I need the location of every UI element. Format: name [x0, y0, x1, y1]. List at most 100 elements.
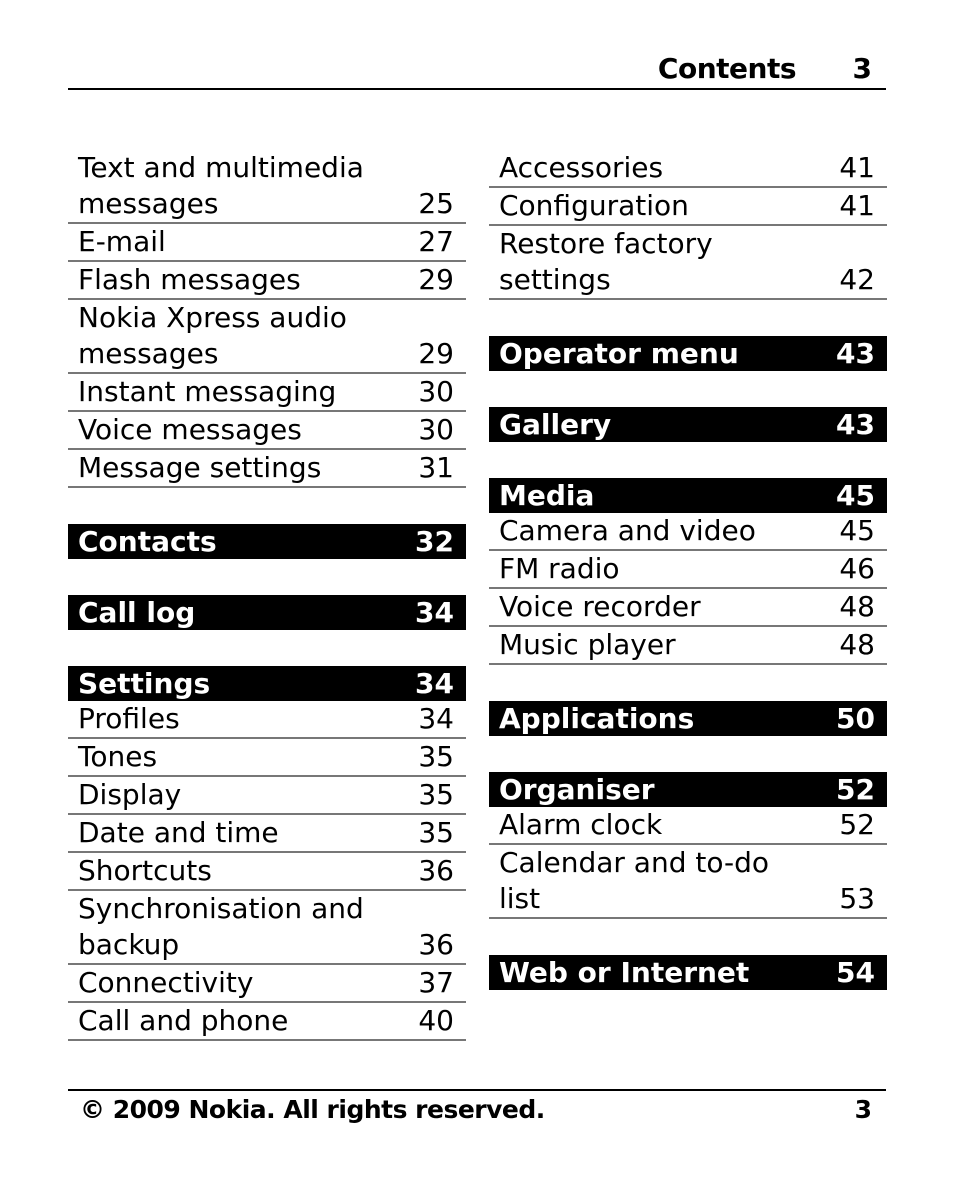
- toc-entry[interactable]: Synchronisation and backup 36: [68, 891, 466, 965]
- toc-label: Flash messages: [78, 263, 301, 296]
- toc-entry[interactable]: Music player 48: [489, 627, 887, 665]
- toc-label: Alarm clock: [499, 808, 663, 841]
- toc-section-heading[interactable]: Settings 34: [68, 666, 466, 701]
- toc-label: Call log: [78, 596, 196, 629]
- toc-section-heading[interactable]: Contacts 32: [68, 524, 466, 559]
- toc-page-number: 52: [836, 773, 875, 806]
- toc-page-number: 29: [418, 337, 454, 370]
- footer-page-number: 3: [854, 1095, 872, 1124]
- page-title: Contents: [657, 52, 797, 85]
- toc-entry[interactable]: Voice messages 30: [68, 412, 466, 450]
- toc-label: Configuration: [499, 189, 689, 222]
- toc-left-column: Text and multimedia messages 25 E-mail 27 Fl…: [68, 150, 466, 1041]
- toc-entry[interactable]: FM radio 46: [489, 551, 887, 589]
- toc-page-number: 36: [418, 854, 454, 887]
- copyright-notice: © 2009 Nokia. All rights reserved.: [80, 1095, 545, 1124]
- toc-section-heading[interactable]: Media 45: [489, 478, 887, 513]
- toc-entry[interactable]: Display 35: [68, 777, 466, 815]
- toc-label: Voice messages: [78, 413, 302, 446]
- toc-entry[interactable]: Alarm clock 52: [489, 807, 887, 845]
- toc-entry[interactable]: Text and multimedia messages 25: [68, 150, 466, 224]
- toc-label: Date and time: [78, 816, 279, 849]
- toc-page-number: 46: [839, 552, 875, 585]
- toc-page-number: 42: [839, 263, 875, 296]
- toc-entry[interactable]: Date and time 35: [68, 815, 466, 853]
- toc-label: Camera and video: [499, 514, 756, 547]
- toc-entry[interactable]: Voice recorder 48: [489, 589, 887, 627]
- toc-page-number: 34: [418, 702, 454, 735]
- toc-page-number: 27: [418, 225, 454, 258]
- toc-entry[interactable]: Calendar and to-do list 53: [489, 845, 887, 919]
- toc-label: Web or Internet: [499, 956, 750, 989]
- toc-page-number: 41: [839, 189, 875, 222]
- toc-page-number: 48: [839, 590, 875, 623]
- toc-right-column: Accessories 41 Configuration 41 Restore fact…: [489, 150, 887, 990]
- toc-page-number: 54: [836, 956, 875, 989]
- toc-page-number: 52: [839, 808, 875, 841]
- toc-entry[interactable]: Configuration 41: [489, 188, 887, 226]
- toc-label: Gallery: [499, 408, 612, 441]
- toc-entry[interactable]: Restore factory settings 42: [489, 226, 887, 300]
- toc-page-number: 43: [836, 337, 875, 370]
- toc-page-number: 40: [418, 1004, 454, 1037]
- toc-page-number: 35: [418, 778, 454, 811]
- toc-page-number: 30: [418, 413, 454, 446]
- toc-label: Contacts: [78, 525, 217, 558]
- toc-entry[interactable]: Tones 35: [68, 739, 466, 777]
- toc-section-heading[interactable]: Operator menu 43: [489, 336, 887, 371]
- toc-label: Applications: [499, 702, 695, 735]
- toc-label: Calendar and to-do list: [499, 846, 770, 915]
- toc-label: Operator menu: [499, 337, 739, 370]
- toc-entry[interactable]: Nokia Xpress audio messages 29: [68, 300, 466, 374]
- header-page-number: 3: [852, 52, 872, 85]
- toc-label: Connectivity: [78, 966, 254, 999]
- toc-page-number: 34: [415, 667, 454, 700]
- toc-page-number: 50: [836, 702, 875, 735]
- toc-section-heading[interactable]: Web or Internet 54: [489, 955, 887, 990]
- toc-label: E-mail: [78, 225, 166, 258]
- toc-label: Profiles: [78, 702, 180, 735]
- toc-label: Media: [499, 479, 595, 512]
- toc-page-number: 31: [418, 451, 454, 484]
- toc-label: Nokia Xpress audio messages: [78, 301, 347, 370]
- toc-label: Synchronisation and backup: [78, 892, 364, 961]
- toc-page-number: 34: [415, 596, 454, 629]
- toc-entry[interactable]: Instant messaging 30: [68, 374, 466, 412]
- toc-label: Music player: [499, 628, 676, 661]
- toc-section-heading[interactable]: Applications 50: [489, 701, 887, 736]
- toc-entry[interactable]: Accessories 41: [489, 150, 887, 188]
- toc-label: Shortcuts: [78, 854, 212, 887]
- toc-label: Restore factory settings: [499, 227, 713, 296]
- toc-page-number: 43: [836, 408, 875, 441]
- toc-label: Settings: [78, 667, 211, 700]
- toc-label: Instant messaging: [78, 375, 337, 408]
- toc-entry[interactable]: Shortcuts 36: [68, 853, 466, 891]
- toc-page-number: 35: [418, 740, 454, 773]
- toc-section-heading[interactable]: Call log 34: [68, 595, 466, 630]
- toc-page-number: 30: [418, 375, 454, 408]
- toc-entry[interactable]: Call and phone 40: [68, 1003, 466, 1041]
- page-footer: © 2009 Nokia. All rights reserved. 3: [68, 1089, 886, 1124]
- toc-label: FM radio: [499, 552, 620, 585]
- toc-page-number: 36: [418, 928, 454, 961]
- toc-label: Tones: [78, 740, 158, 773]
- page-header: Contents 3: [68, 50, 886, 90]
- toc-label: Message settings: [78, 451, 322, 484]
- toc-label: Display: [78, 778, 182, 811]
- toc-page-number: 45: [839, 514, 875, 547]
- toc-entry[interactable]: E-mail 27: [68, 224, 466, 262]
- toc-entry[interactable]: Profiles 34: [68, 701, 466, 739]
- toc-entry[interactable]: Flash messages 29: [68, 262, 466, 300]
- toc-page-number: 53: [839, 882, 875, 915]
- toc-entry[interactable]: Connectivity 37: [68, 965, 466, 1003]
- toc-page-number: 32: [415, 525, 454, 558]
- toc-page-number: 45: [836, 479, 875, 512]
- toc-entry[interactable]: Camera and video 45: [489, 513, 887, 551]
- toc-entry[interactable]: Message settings 31: [68, 450, 466, 488]
- toc-label: Organiser: [499, 773, 655, 806]
- toc-section-heading[interactable]: Organiser 52: [489, 772, 887, 807]
- toc-section-heading[interactable]: Gallery 43: [489, 407, 887, 442]
- toc-page-number: 25: [418, 187, 454, 220]
- toc-label: Accessories: [499, 151, 664, 184]
- toc-page-number: 29: [418, 263, 454, 296]
